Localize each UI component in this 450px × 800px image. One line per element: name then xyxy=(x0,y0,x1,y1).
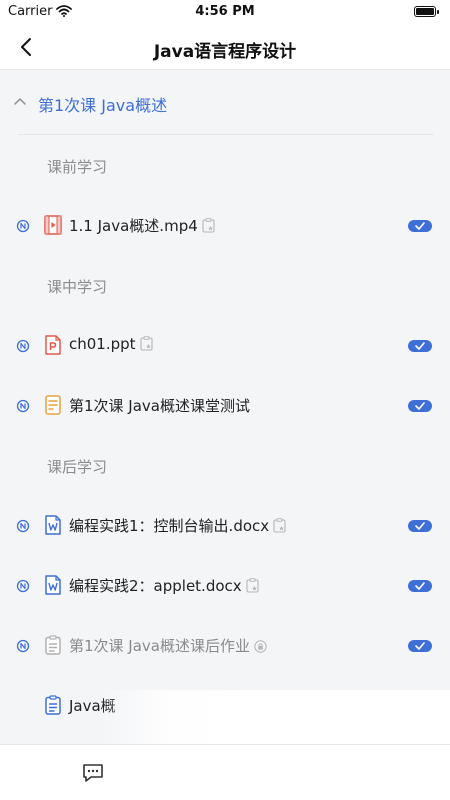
progress-icon xyxy=(16,219,30,233)
check-icon xyxy=(415,582,425,590)
completed-badge xyxy=(408,340,432,352)
list-item[interactable]: 1.1 Java概述.mp4 xyxy=(0,206,450,246)
check-icon xyxy=(415,402,425,410)
completed-badge xyxy=(408,520,432,532)
completed-badge xyxy=(408,640,432,652)
completed-badge xyxy=(408,220,432,232)
homework-icon xyxy=(45,695,61,715)
clipboard-star-icon xyxy=(273,518,286,533)
list-item[interactable]: 第1次课 Java概述课堂测试 xyxy=(0,386,450,426)
status-bar: Carrier 4:56 PM xyxy=(0,0,450,24)
loading-fade-overlay xyxy=(100,690,450,750)
progress-icon xyxy=(16,339,30,353)
section-label-post: 课后学习 xyxy=(47,458,108,476)
progress-icon xyxy=(16,399,30,413)
lock-icon xyxy=(254,640,267,653)
battery-icon xyxy=(414,6,439,17)
status-time: 4:56 PM xyxy=(195,4,255,19)
item-label: 1.1 Java概述.mp4 xyxy=(69,215,215,236)
progress-icon xyxy=(16,579,30,593)
list-item[interactable]: 编程实践1：控制台输出.docx xyxy=(0,506,450,546)
item-label: ch01.ppt xyxy=(69,335,153,353)
nav-bar: Java语言程序设计 xyxy=(0,24,450,70)
clipboard-star-icon xyxy=(202,218,215,233)
word-file-icon xyxy=(45,515,61,535)
page-title: Java语言程序设计 xyxy=(153,42,297,62)
chevron-up-icon xyxy=(14,98,26,105)
clipboard-star-icon xyxy=(139,336,153,351)
item-label: 第1次课 Java概述课后作业 xyxy=(69,635,267,656)
progress-icon xyxy=(16,639,30,653)
completed-badge xyxy=(408,580,432,592)
clipboard-star-icon xyxy=(246,578,259,593)
check-icon xyxy=(415,642,425,650)
chapter-header[interactable]: 第1次课 Java概述 xyxy=(0,71,450,135)
section-label-pre: 课前学习 xyxy=(47,158,108,176)
ppt-file-icon xyxy=(45,335,61,355)
section-label-in: 课中学习 xyxy=(47,278,108,296)
word-file-icon xyxy=(45,575,61,595)
chapter-title: 第1次课 Java概述 xyxy=(38,96,168,115)
video-file-icon xyxy=(44,215,62,235)
item-label: 编程实践1：控制台输出.docx xyxy=(69,515,286,536)
list-item[interactable]: ch01.ppt xyxy=(0,326,450,366)
progress-icon xyxy=(16,519,30,533)
item-label: 第1次课 Java概述课堂测试 xyxy=(69,397,250,415)
chat-icon[interactable] xyxy=(82,763,104,783)
check-icon xyxy=(415,342,425,350)
divider xyxy=(18,134,434,135)
homework-icon xyxy=(45,635,61,655)
list-item[interactable]: 编程实践2：applet.docx xyxy=(0,566,450,606)
item-label: 编程实践2：applet.docx xyxy=(69,575,259,596)
check-icon xyxy=(415,222,425,230)
completed-badge xyxy=(408,400,432,412)
bottom-bar xyxy=(0,744,450,800)
list-item[interactable]: 第1次课 Java概述课后作业 xyxy=(0,626,450,666)
check-icon xyxy=(415,522,425,530)
quiz-icon xyxy=(45,395,61,415)
bottom-fade-overlay xyxy=(108,745,450,800)
